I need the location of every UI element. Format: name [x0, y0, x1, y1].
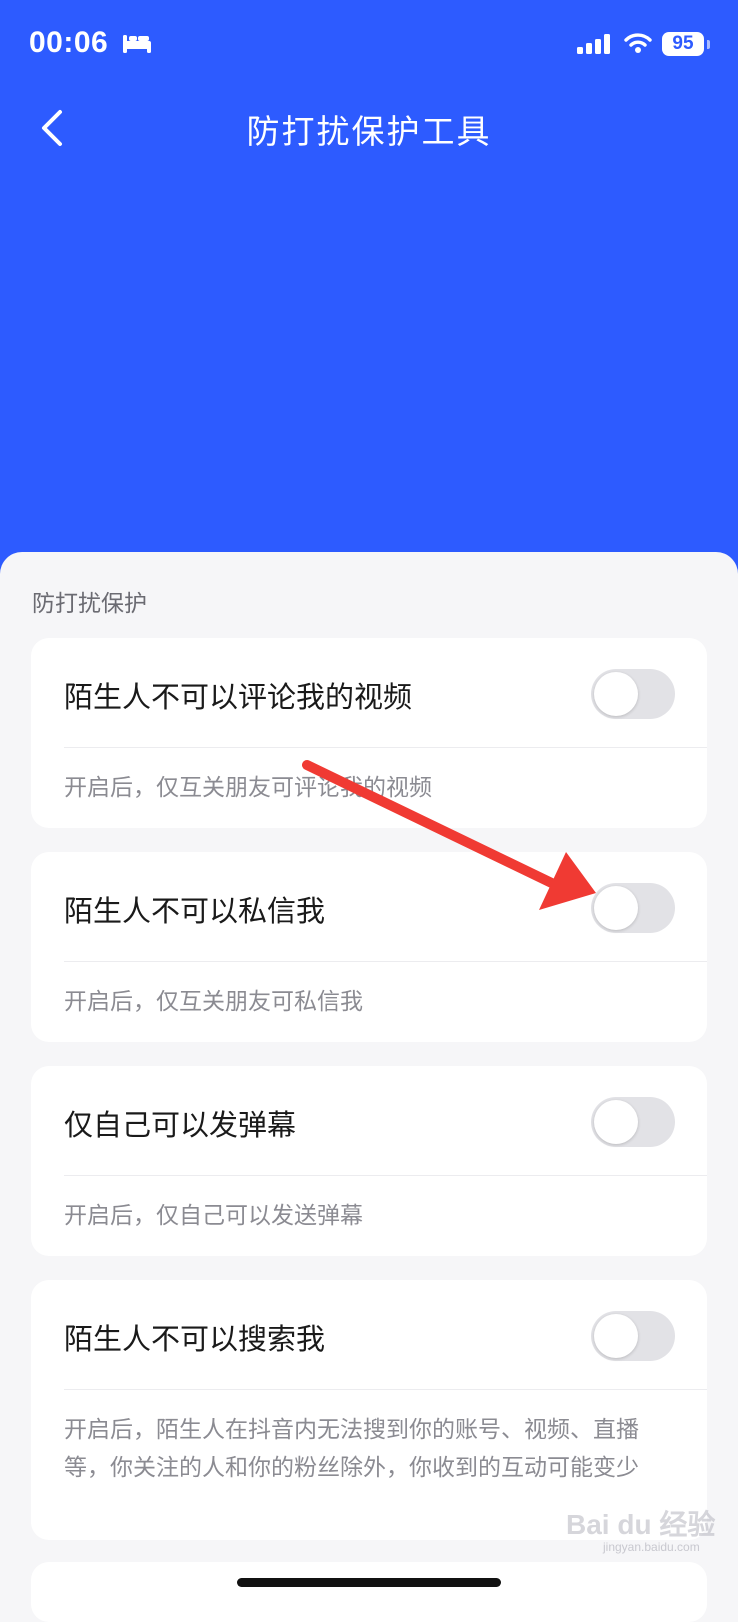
setting-card-stranger-search: 陌生人不可以搜索我 开启后，陌生人在抖音内无法搜到你的账号、视频、直播等，你关注…: [31, 1280, 707, 1540]
battery-tip: [707, 40, 710, 49]
signal-icon: [577, 34, 610, 54]
setting-card-partial: [31, 1562, 707, 1622]
toggle-danmaku[interactable]: [591, 1097, 675, 1147]
settings-panel: 防打扰保护 陌生人不可以评论我的视频 开启后，仅互关朋友可评论我的视频 陌生人不…: [0, 552, 738, 1622]
toggle-knob: [594, 1314, 638, 1358]
setting-description: 开启后，仅自己可以发送弹幕: [64, 1203, 363, 1229]
wifi-icon: [624, 33, 652, 53]
watermark-subtext: jingyan.baidu.com: [603, 1540, 700, 1554]
divider: [64, 747, 707, 748]
setting-description: 开启后，仅互关朋友可私信我: [64, 989, 363, 1015]
setting-label: 陌生人不可以搜索我: [64, 1322, 326, 1356]
setting-description: 开启后，陌生人在抖音内无法搜到你的账号、视频、直播等，你关注的人和你的粉丝除外，…: [64, 1417, 639, 1481]
battery-icon: 95: [662, 32, 704, 56]
divider: [64, 1389, 707, 1390]
setting-label: 仅自己可以发弹幕: [64, 1108, 297, 1142]
toggle-knob: [594, 672, 638, 716]
page-title: 防打扰保护工具: [246, 112, 492, 151]
toggle-stranger-message[interactable]: [591, 883, 675, 933]
setting-label: 陌生人不可以评论我的视频: [64, 680, 413, 714]
divider: [64, 961, 707, 962]
setting-card-danmaku: 仅自己可以发弹幕 开启后，仅自己可以发送弹幕: [31, 1066, 707, 1256]
section-title: 防打扰保护: [32, 591, 147, 617]
setting-card-stranger-message: 陌生人不可以私信我 开启后，仅互关朋友可私信我: [31, 852, 707, 1042]
toggle-stranger-comment[interactable]: [591, 669, 675, 719]
home-indicator[interactable]: [237, 1578, 501, 1587]
toggle-stranger-search[interactable]: [591, 1311, 675, 1361]
status-time: 00:06: [29, 26, 109, 59]
watermark: Bai du 经验: [566, 1509, 716, 1540]
setting-label: 陌生人不可以私信我: [64, 894, 326, 928]
status-bar: 00:06 95: [0, 0, 738, 90]
toggle-knob: [594, 1100, 638, 1144]
bed-icon: [123, 35, 151, 53]
divider: [64, 1175, 707, 1176]
setting-card-stranger-comment: 陌生人不可以评论我的视频 开启后，仅互关朋友可评论我的视频: [31, 638, 707, 828]
toggle-knob: [594, 886, 638, 930]
setting-description: 开启后，仅互关朋友可评论我的视频: [64, 775, 432, 801]
header: 00:06 95 防打扰保护工具: [0, 0, 738, 600]
